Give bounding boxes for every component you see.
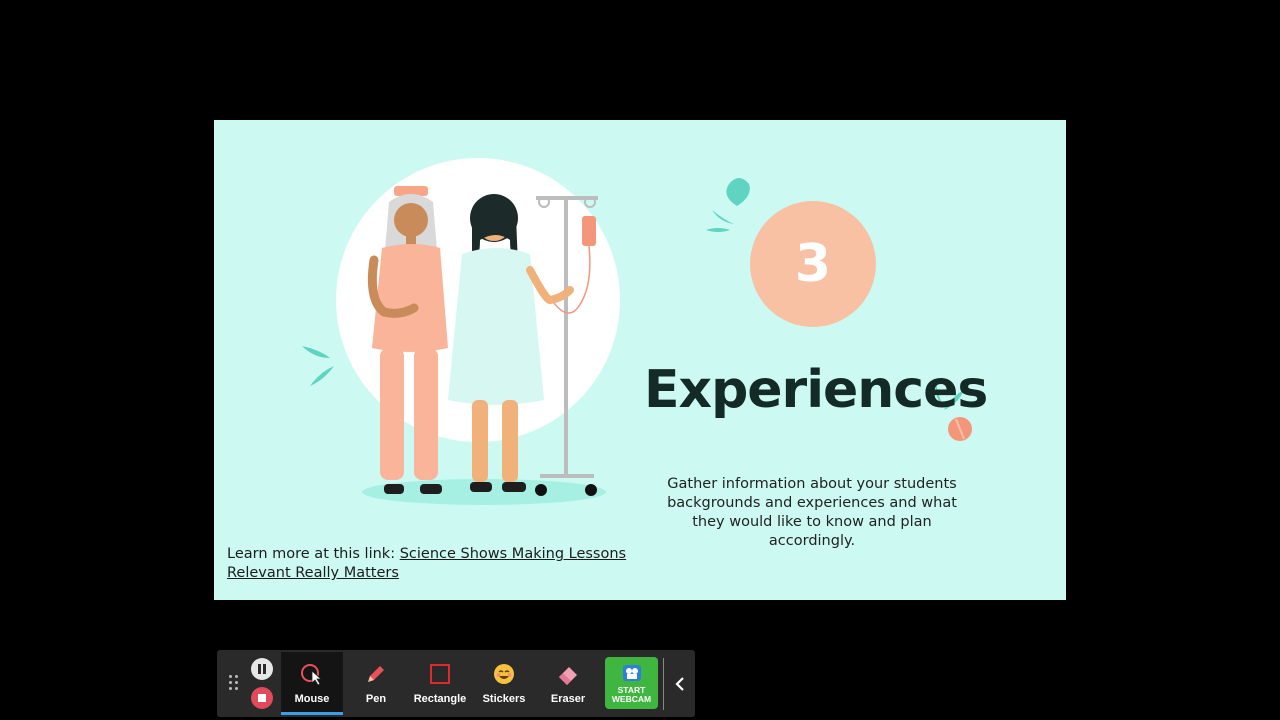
presentation-slide: 3 Experiences Gather information about y… [214, 120, 1066, 600]
pause-icon[interactable] [251, 658, 273, 680]
tool-eraser[interactable]: Eraser [537, 652, 599, 715]
screen: 3 Experiences Gather information about y… [0, 0, 1280, 720]
tool-stickers[interactable]: Stickers [473, 652, 535, 715]
tool-label: Eraser [550, 693, 586, 705]
collapse-toolbar-button[interactable] [663, 658, 696, 710]
recording-controls [251, 658, 275, 710]
tool-label: Pen [365, 693, 387, 705]
tool-label: Mouse [294, 693, 330, 705]
slide-footer: Learn more at this link: Science Shows M… [227, 545, 647, 583]
eraser-icon [556, 662, 580, 686]
webcam-label: START WEBCAM [611, 685, 652, 704]
drag-handle-icon[interactable] [229, 675, 239, 691]
tool-mouse[interactable]: Mouse [281, 652, 343, 715]
annotation-toolbar: Mouse Pen Rectangle Stickers Eraser STAR… [217, 650, 695, 717]
footer-prefix: Learn more at this link: [227, 546, 400, 562]
slide-title: Experiences [644, 360, 988, 420]
pen-icon [364, 662, 388, 686]
mouse-cursor-icon [300, 662, 324, 686]
rectangle-icon [428, 662, 452, 686]
tool-pen[interactable]: Pen [345, 652, 407, 715]
chevron-left-icon [675, 677, 684, 691]
slide-body-text: Gather information about your students b… [667, 476, 957, 549]
start-webcam-button[interactable]: START WEBCAM [605, 657, 658, 709]
tool-rectangle[interactable]: Rectangle [409, 652, 471, 715]
stop-icon[interactable] [251, 687, 273, 709]
webcam-icon [621, 663, 643, 683]
tool-label: Rectangle [413, 693, 467, 705]
tool-label: Stickers [482, 693, 526, 705]
step-number-badge: 3 [750, 201, 876, 327]
sticker-icon [492, 662, 516, 686]
